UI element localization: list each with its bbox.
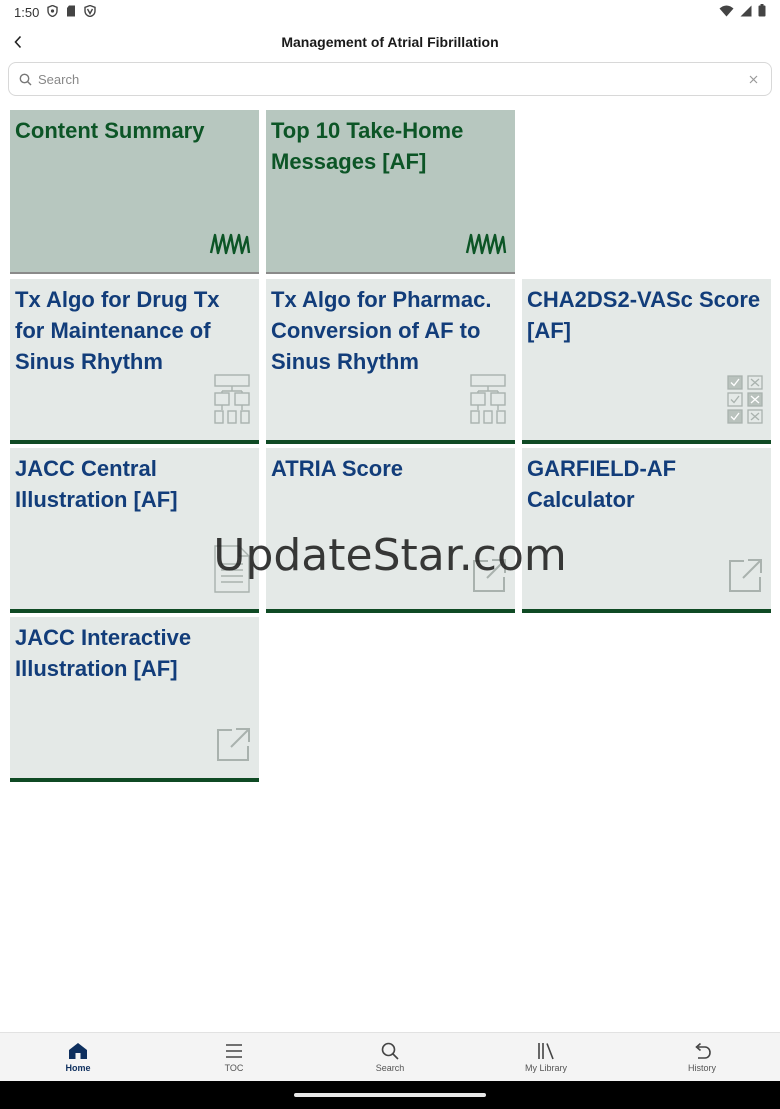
nav-my-library-label: My Library <box>524 1062 567 1073</box>
ecg-wave-icon <box>209 231 251 262</box>
external-link-icon <box>215 727 251 768</box>
status-bar: 1:50 <box>0 0 780 24</box>
tile-jacc-central-illustration[interactable]: JACC Central Illustration [AF] <box>10 448 259 613</box>
page-title: Management of Atrial Fibrillation <box>281 34 499 50</box>
battery-icon <box>758 4 766 20</box>
menu-icon <box>226 1043 242 1058</box>
bottom-nav: Home TOC Search My Library History <box>0 1032 780 1081</box>
tile-atria-score[interactable]: ATRIA Score <box>266 448 515 613</box>
tile-label: JACC Interactive Illustration [AF] <box>15 625 192 681</box>
cell-signal-icon <box>740 5 752 20</box>
tile-label: Content Summary <box>15 118 205 143</box>
app-notification-icon <box>84 4 97 20</box>
close-icon <box>749 75 757 83</box>
nav-search[interactable]: Search <box>312 1033 468 1081</box>
tile-tx-algo-conversion[interactable]: Tx Algo for Pharmac. Conversion of AF to… <box>266 279 515 444</box>
document-icon <box>213 544 251 599</box>
tile-label: Tx Algo for Pharmac. Conversion of AF to… <box>271 287 492 374</box>
home-icon <box>69 1042 87 1059</box>
tile-jacc-interactive-illustration[interactable]: JACC Interactive Illustration [AF] <box>10 617 259 782</box>
external-link-icon <box>471 558 507 599</box>
history-icon <box>695 1042 711 1059</box>
app-bar: Management of Atrial Fibrillation <box>0 24 780 60</box>
flowchart-icon <box>213 373 251 430</box>
ecg-wave-icon <box>465 231 507 262</box>
wifi-icon <box>719 5 734 20</box>
tile-label: GARFIELD-AF Calculator <box>527 456 677 512</box>
nav-history-label: History <box>687 1062 716 1073</box>
tile-label: JACC Central Illustration [AF] <box>15 456 178 512</box>
checklist-icon <box>727 375 763 430</box>
tile-label: Top 10 Take-Home Messages [AF] <box>271 118 464 174</box>
status-left: 1:50 <box>14 4 97 20</box>
sd-card-icon <box>66 5 76 20</box>
search-icon <box>19 73 32 85</box>
tile-label: CHA2DS2-VASc Score [AF] <box>527 287 761 343</box>
nav-search-label: Search <box>375 1062 405 1073</box>
tile-label: ATRIA Score <box>271 456 404 481</box>
nav-my-library[interactable]: My Library <box>468 1033 624 1081</box>
status-right <box>719 4 766 20</box>
tile-top-10-messages[interactable]: Top 10 Take-Home Messages [AF] <box>266 110 515 274</box>
back-button[interactable] <box>4 28 32 56</box>
search-bar[interactable] <box>8 62 772 96</box>
vpn-shield-icon <box>47 4 59 20</box>
status-time: 1:50 <box>14 4 40 20</box>
tile-tx-algo-maintenance[interactable]: Tx Algo for Drug Tx for Maintenance of S… <box>10 279 259 444</box>
external-link-icon <box>727 558 763 599</box>
tile-content-summary[interactable]: Content Summary <box>10 110 259 274</box>
nav-home[interactable]: Home <box>0 1033 156 1081</box>
nav-toc[interactable]: TOC <box>156 1033 312 1081</box>
flowchart-icon <box>469 373 507 430</box>
search-input[interactable] <box>38 71 745 87</box>
nav-history[interactable]: History <box>624 1033 780 1081</box>
library-icon <box>538 1042 554 1059</box>
home-gesture-handle[interactable] <box>294 1093 486 1097</box>
nav-toc-label: TOC <box>224 1062 244 1073</box>
nav-home-label: Home <box>65 1062 91 1073</box>
search-icon <box>381 1042 399 1060</box>
chevron-left-icon <box>14 35 22 49</box>
tile-garfield-af-calculator[interactable]: GARFIELD-AF Calculator <box>522 448 771 613</box>
tile-label: Tx Algo for Drug Tx for Maintenance of S… <box>15 287 220 374</box>
system-nav-bar <box>0 1081 780 1109</box>
tile-cha2ds2-vasc-score[interactable]: CHA2DS2-VASc Score [AF] <box>522 279 771 444</box>
clear-search-button[interactable] <box>745 71 761 87</box>
